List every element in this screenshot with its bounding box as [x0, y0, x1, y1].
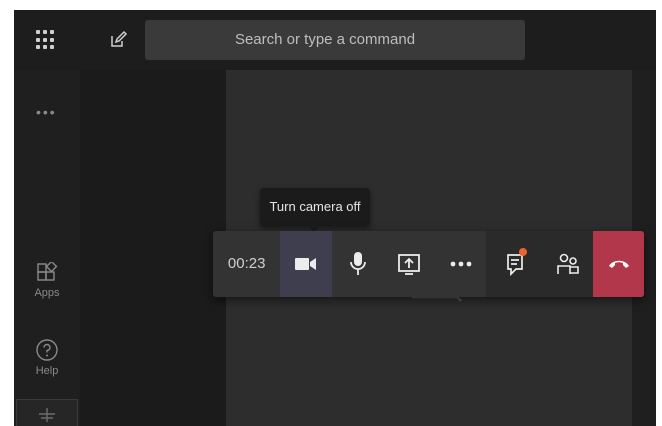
- left-rail: ••• Apps Help: [14, 70, 80, 426]
- more-options-icon: [450, 261, 472, 267]
- more-options-button[interactable]: [434, 231, 487, 297]
- call-timer: 00:23: [213, 231, 281, 297]
- help-icon: [36, 339, 58, 361]
- call-toolbar: 00:23: [213, 231, 644, 297]
- search-input[interactable]: Search or type a command: [145, 20, 525, 60]
- new-chat-button[interactable]: [108, 30, 128, 50]
- camera-toggle-button[interactable]: [280, 231, 332, 297]
- title-bar: Search or type a command: [14, 10, 656, 70]
- more-apps-icon[interactable]: •••: [36, 104, 57, 120]
- side-panel: [80, 70, 226, 426]
- device-icon: [39, 408, 55, 422]
- rail-item-label: Apps: [34, 287, 60, 299]
- hang-up-button[interactable]: [593, 231, 644, 297]
- chat-button[interactable]: [490, 231, 542, 297]
- microphone-icon: [349, 252, 366, 275]
- apps-icon: [37, 262, 58, 281]
- participants-button[interactable]: [541, 231, 594, 297]
- rail-item-label: Help: [35, 365, 59, 377]
- app-launcher-icon[interactable]: [36, 30, 56, 50]
- rail-item-apps[interactable]: Apps: [22, 262, 72, 299]
- video-camera-icon: [295, 258, 317, 270]
- rail-item-help[interactable]: Help: [22, 338, 72, 377]
- share-screen-button[interactable]: [383, 231, 435, 297]
- hang-up-icon: [608, 260, 629, 268]
- teams-window: Search or type a command ••• Apps Help T…: [14, 10, 656, 426]
- camera-tooltip: Turn camera off: [260, 188, 370, 232]
- compose-icon: [111, 30, 128, 47]
- microphone-toggle-button[interactable]: [331, 231, 384, 297]
- share-screen-icon: [398, 254, 421, 275]
- rail-bottom-button[interactable]: [16, 399, 78, 426]
- participants-icon: [556, 253, 579, 274]
